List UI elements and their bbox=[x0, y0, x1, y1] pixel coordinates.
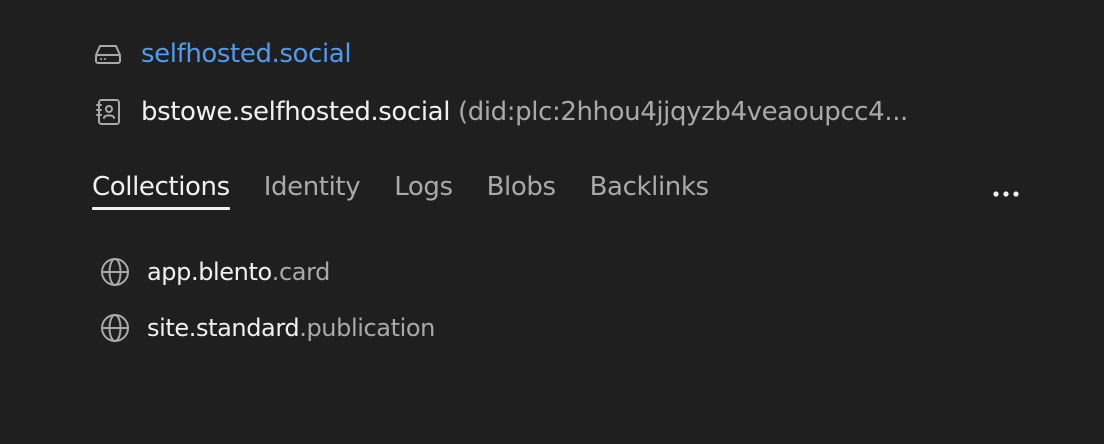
account-did: (did:plc:2hhou4jjqyzb4veaoupcc4... bbox=[458, 97, 908, 127]
account-row: bstowe.selfhosted.social (did:plc:2hhou4… bbox=[92, 96, 908, 128]
collection-namespace: app.blento bbox=[147, 258, 272, 286]
tab-logs[interactable]: Logs bbox=[394, 172, 453, 210]
globe-icon bbox=[98, 255, 132, 289]
repository-page: selfhosted.social bstowe.selfhosted.soci… bbox=[0, 0, 1104, 444]
hard-drive-icon bbox=[92, 38, 124, 70]
tab-identity[interactable]: Identity bbox=[264, 172, 361, 210]
tab-backlinks[interactable]: Backlinks bbox=[590, 172, 709, 210]
tab-bar: Collections Identity Logs Blobs Backlink… bbox=[92, 172, 1022, 220]
globe-icon bbox=[98, 311, 132, 345]
tab-collections[interactable]: Collections bbox=[92, 172, 230, 210]
collection-item[interactable]: app.blento .card bbox=[98, 255, 330, 289]
pds-row: selfhosted.social bbox=[92, 38, 352, 70]
collection-name: .card bbox=[271, 258, 331, 286]
collection-name: .publication bbox=[299, 314, 435, 342]
contact-card-icon bbox=[92, 96, 124, 128]
account-handle[interactable]: bstowe.selfhosted.social bbox=[141, 97, 450, 127]
pds-link[interactable]: selfhosted.social bbox=[141, 39, 352, 69]
collection-item[interactable]: site.standard .publication bbox=[98, 311, 435, 345]
more-menu-button[interactable] bbox=[990, 180, 1022, 204]
tab-blobs[interactable]: Blobs bbox=[487, 172, 556, 210]
more-horizontal-icon bbox=[992, 183, 1020, 202]
collection-namespace: site.standard bbox=[147, 314, 300, 342]
